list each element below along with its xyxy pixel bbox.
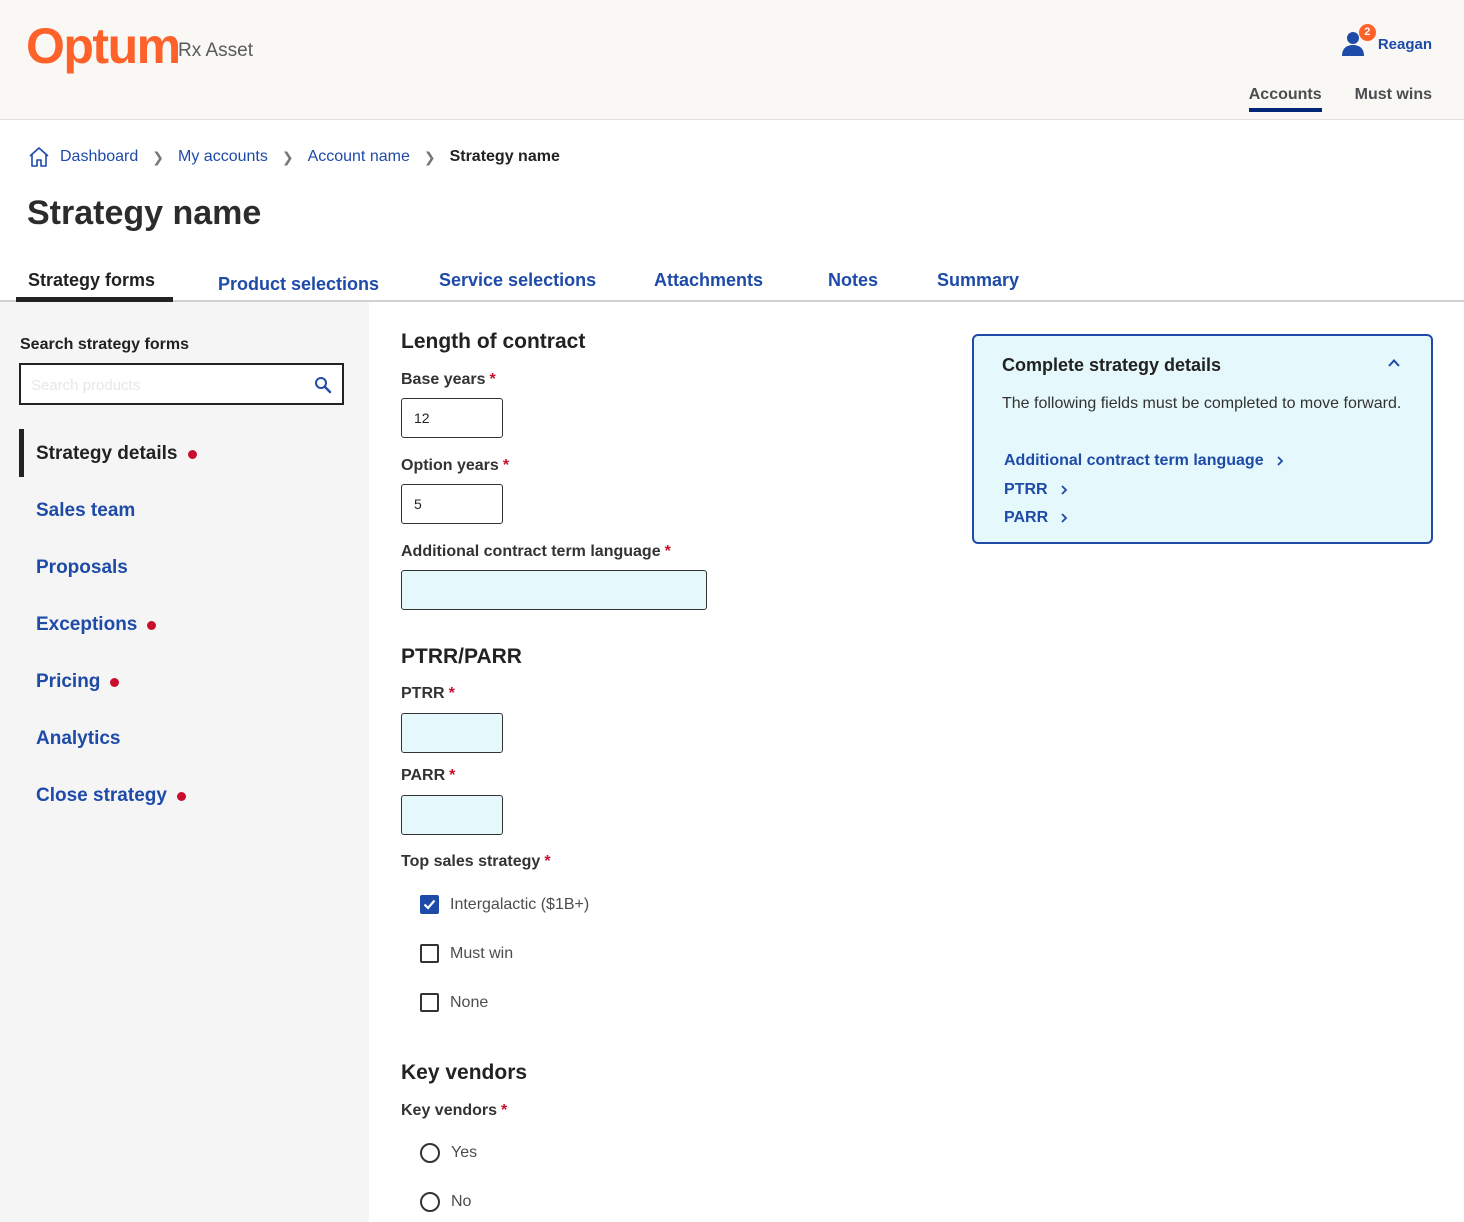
checkbox-must-win[interactable]: Must win — [420, 944, 513, 963]
chevron-right-icon — [1061, 513, 1068, 523]
radio-yes[interactable]: Yes — [420, 1143, 477, 1163]
checkbox-label: None — [450, 993, 489, 1011]
additional-contract-label: Additional contract term language * — [401, 543, 671, 560]
checkbox-unchecked[interactable] — [420, 993, 439, 1012]
panel-description: The following fields must be completed t… — [1002, 395, 1402, 412]
top-sales-label: Top sales strategy * — [401, 853, 551, 870]
sidebar-item-proposals[interactable]: Proposals — [36, 557, 128, 579]
tab-notes[interactable]: Notes — [828, 270, 878, 291]
radio-label: Yes — [451, 1144, 478, 1161]
incomplete-dot — [176, 791, 186, 801]
sidebar-item-label: Analytics — [36, 728, 121, 749]
base-years-label: Base years * — [401, 371, 496, 388]
chevron-right-icon: ❯ — [423, 148, 436, 165]
incomplete-dot — [110, 677, 120, 687]
tab-strategy-forms[interactable]: Strategy forms — [28, 270, 155, 297]
search-icon[interactable] — [314, 376, 332, 394]
checkbox-unchecked[interactable] — [420, 944, 439, 963]
panel-link-additional-contract[interactable]: Additional contract term language — [1004, 452, 1284, 470]
breadcrumb-dashboard[interactable]: Dashboard — [60, 148, 138, 166]
incomplete-dot — [147, 620, 157, 630]
parr-label: PARR * — [401, 767, 456, 784]
section-heading-key-vendors: Key vendors — [401, 1061, 528, 1084]
sidebar-item-label: Proposals — [36, 557, 128, 578]
section-heading-ptrr-parr: PTRR/PARR — [401, 645, 522, 668]
checkbox-checked[interactable] — [420, 895, 439, 914]
chevron-up-icon[interactable] — [1387, 356, 1401, 370]
option-years-label: Option years * — [401, 457, 510, 474]
chevron-right-icon — [1060, 485, 1067, 495]
sidebar-item-label: Strategy details — [36, 443, 178, 464]
radio-button[interactable] — [420, 1143, 440, 1163]
product-name: Rx Asset — [178, 40, 253, 61]
search-box — [19, 363, 344, 405]
user-icon[interactable]: 2 — [1341, 24, 1376, 58]
sidebar-item-label: Pricing — [36, 671, 101, 692]
user-name[interactable]: Reagan — [1378, 36, 1432, 53]
radio-button[interactable] — [420, 1192, 440, 1212]
radio-no[interactable]: No — [420, 1192, 471, 1212]
completion-panel: Complete strategy details The following … — [972, 334, 1433, 544]
tab-product-selections[interactable]: Product selections — [218, 274, 379, 295]
active-item-indicator — [19, 429, 24, 477]
home-icon[interactable] — [28, 145, 50, 169]
sidebar-item-sales-team[interactable]: Sales team — [36, 500, 135, 522]
incomplete-dot — [187, 449, 197, 459]
breadcrumb-my-accounts[interactable]: My accounts — [178, 148, 268, 166]
panel-title: Complete strategy details — [1002, 355, 1222, 375]
ptrr-label: PTRR * — [401, 685, 455, 702]
tab-bar: Strategy forms Product selections Servic… — [0, 262, 1464, 302]
page-title: Strategy name — [27, 194, 262, 232]
section-heading-contract: Length of contract — [401, 330, 586, 353]
user-menu[interactable]: 2 Reagan — [1341, 24, 1432, 58]
sidebar-item-strategy-details[interactable]: Strategy details — [36, 443, 197, 465]
sidebar: Search strategy forms Strategy details S… — [0, 302, 369, 1222]
tab-attachments[interactable]: Attachments — [654, 270, 763, 291]
checkbox-label: Must win — [450, 944, 514, 962]
checkmark-icon — [423, 899, 436, 910]
nav-must-wins[interactable]: Must wins — [1355, 86, 1432, 112]
radio-label: No — [451, 1193, 472, 1210]
checkbox-none[interactable]: None — [420, 993, 488, 1012]
base-years-input[interactable]: 12 — [401, 398, 503, 438]
chevron-right-icon: ❯ — [152, 148, 165, 165]
top-nav: Accounts Must wins — [1248, 86, 1432, 112]
additional-contract-input[interactable] — [401, 570, 707, 610]
chevron-right-icon: ❯ — [281, 148, 294, 165]
sidebar-item-label: Exceptions — [36, 614, 138, 635]
parr-input[interactable] — [401, 795, 503, 835]
tab-summary[interactable]: Summary — [937, 270, 1019, 291]
panel-link-parr[interactable]: PARR — [1004, 509, 1068, 527]
option-years-input[interactable]: 5 — [401, 484, 503, 524]
tab-service-selections[interactable]: Service selections — [439, 270, 596, 291]
sidebar-item-label: Sales team — [36, 500, 136, 521]
sidebar-item-analytics[interactable]: Analytics — [36, 728, 120, 750]
search-label: Search strategy forms — [20, 336, 189, 353]
breadcrumb: Dashboard ❯ My accounts ❯ Account name ❯… — [28, 145, 560, 169]
search-input[interactable] — [31, 374, 301, 396]
breadcrumb-account-name[interactable]: Account name — [308, 148, 410, 166]
sidebar-item-label: Close strategy — [36, 785, 167, 806]
app-header: Optum Rx Asset 2 Reagan Accounts Must wi… — [0, 0, 1464, 120]
key-vendors-label: Key vendors * — [401, 1102, 508, 1119]
notification-badge: 2 — [1358, 24, 1376, 41]
panel-link-ptrr[interactable]: PTRR — [1004, 481, 1068, 499]
breadcrumb-current: Strategy name — [449, 148, 560, 165]
checkbox-label: Intergalactic ($1B+) — [450, 895, 590, 913]
sidebar-item-close-strategy[interactable]: Close strategy — [36, 785, 186, 807]
optum-logo[interactable]: Optum — [26, 18, 181, 74]
chevron-right-icon — [1276, 456, 1283, 466]
sidebar-item-pricing[interactable]: Pricing — [36, 671, 120, 693]
ptrr-input[interactable] — [401, 713, 503, 753]
sidebar-item-exceptions[interactable]: Exceptions — [36, 614, 157, 636]
checkbox-intergalactic[interactable]: Intergalactic ($1B+) — [420, 895, 589, 914]
nav-accounts[interactable]: Accounts — [1248, 86, 1322, 112]
